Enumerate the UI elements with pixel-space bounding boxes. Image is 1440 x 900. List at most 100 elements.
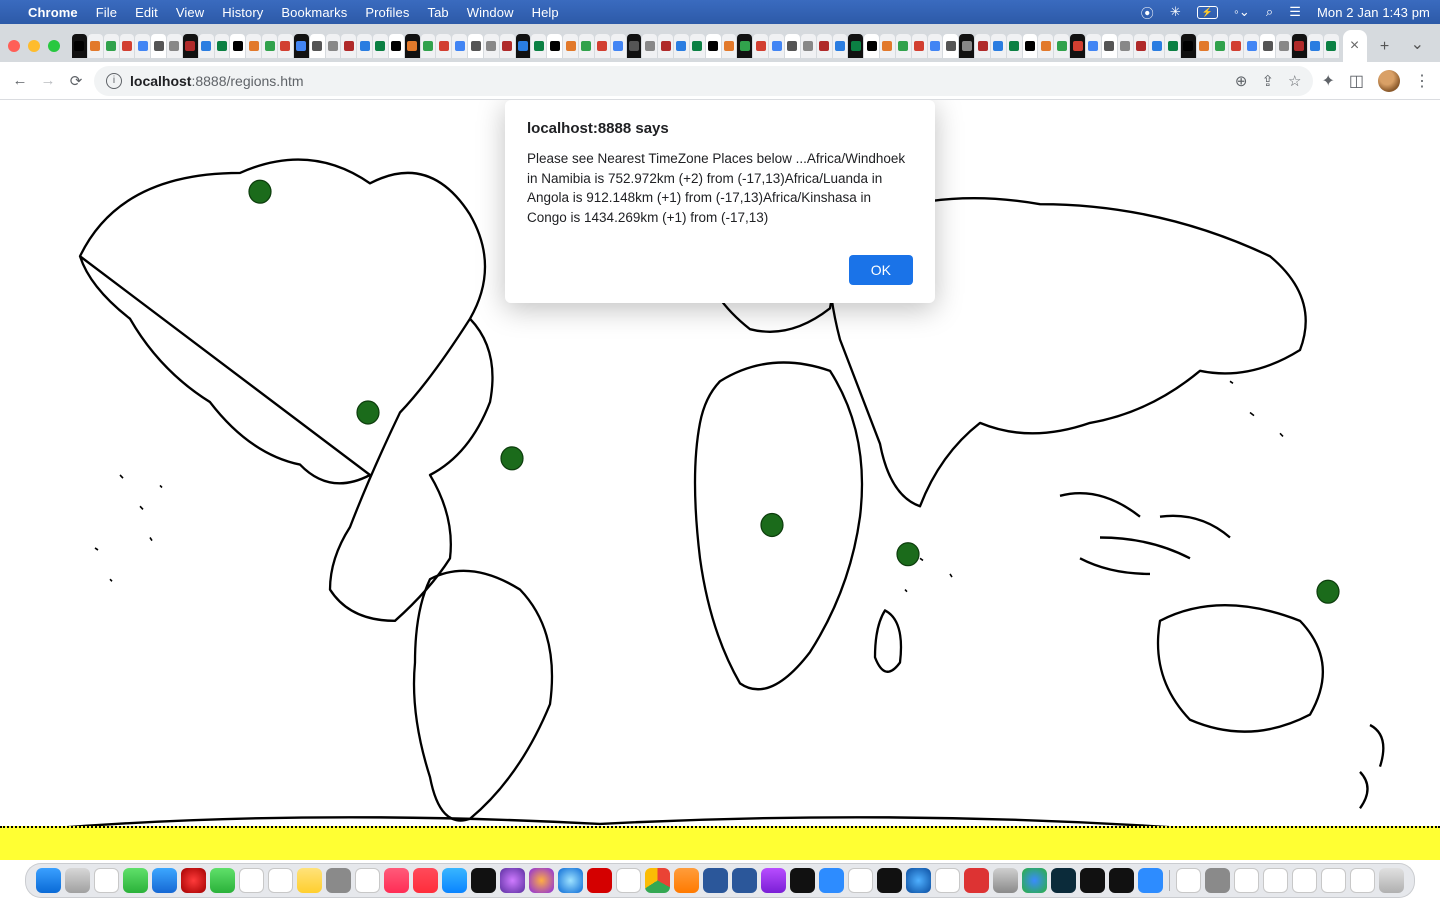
pinned-tab[interactable]	[833, 34, 848, 58]
dock-app-red-util[interactable]	[964, 868, 989, 893]
menu-profiles[interactable]: Profiles	[365, 5, 409, 20]
window-minimize-button[interactable]	[28, 40, 40, 52]
menu-window[interactable]: Window	[467, 5, 514, 20]
pinned-tab[interactable]	[658, 34, 673, 58]
pinned-tab[interactable]	[88, 34, 103, 58]
dock-app-doc1[interactable]	[1176, 868, 1201, 893]
pinned-tab[interactable]	[500, 34, 515, 58]
pinned-tab[interactable]	[104, 34, 119, 58]
dock-app-preview[interactable]	[848, 868, 873, 893]
nav-back-button[interactable]: ←	[10, 72, 30, 89]
pinned-tab[interactable]	[627, 34, 642, 58]
pinned-tab[interactable]	[801, 34, 816, 58]
dock-app-books[interactable]	[674, 868, 699, 893]
dock-app-launchpad[interactable]	[65, 868, 90, 893]
nav-reload-button[interactable]: ⟳	[66, 72, 86, 90]
pinned-tab[interactable]	[864, 34, 879, 58]
pinned-tab[interactable]	[1213, 34, 1228, 58]
dock-app-findmy[interactable]	[1022, 868, 1047, 893]
pinned-tab[interactable]	[215, 34, 230, 58]
dock-app-bold[interactable]	[616, 868, 641, 893]
control-center-icon[interactable]: ☰	[1289, 4, 1301, 20]
pinned-tab[interactable]	[199, 34, 214, 58]
pinned-tab[interactable]	[785, 34, 800, 58]
pinned-tab[interactable]	[294, 34, 309, 58]
pinned-tab[interactable]	[1134, 34, 1149, 58]
pinned-tab[interactable]	[452, 34, 467, 58]
dock-app-earth[interactable]	[906, 868, 931, 893]
active-tab[interactable]: ×	[1343, 30, 1367, 62]
screen-record-icon[interactable]: ⦿	[1141, 3, 1154, 22]
dock-app-music[interactable]	[384, 868, 409, 893]
pinned-tab[interactable]	[341, 34, 356, 58]
pinned-tab[interactable]	[1102, 34, 1117, 58]
pinned-tab[interactable]	[959, 34, 974, 58]
pinned-tab[interactable]	[1324, 34, 1339, 58]
dock-app-terminal2[interactable]	[1080, 868, 1105, 893]
dock-app-chart[interactable]	[935, 868, 960, 893]
pinned-tab[interactable]	[1276, 34, 1291, 58]
pinned-tab[interactable]	[421, 34, 436, 58]
pinned-tab[interactable]	[706, 34, 721, 58]
dock-app-notes[interactable]	[297, 868, 322, 893]
menu-tab[interactable]: Tab	[427, 5, 448, 20]
dock-app-intellij[interactable]	[1109, 868, 1134, 893]
pinned-tab[interactable]	[928, 34, 943, 58]
pinned-tab[interactable]	[357, 34, 372, 58]
dock-app-doc2[interactable]	[1205, 868, 1230, 893]
pinned-tab[interactable]	[1197, 34, 1212, 58]
pinned-tab[interactable]	[1070, 34, 1085, 58]
wifi-icon[interactable]: ◦⌄	[1234, 4, 1250, 20]
dock-app-word2[interactable]	[732, 868, 757, 893]
pinned-tab[interactable]	[246, 34, 261, 58]
pinned-tab[interactable]	[1007, 34, 1022, 58]
pinned-tab[interactable]	[817, 34, 832, 58]
dock-app-appstore[interactable]	[442, 868, 467, 893]
pinned-tab[interactable]	[1181, 34, 1196, 58]
pinned-tab[interactable]	[642, 34, 657, 58]
pinned-tab[interactable]	[310, 34, 325, 58]
dock-app-zoom[interactable]	[819, 868, 844, 893]
pinned-tab[interactable]	[72, 34, 87, 58]
pinned-tab[interactable]	[1118, 34, 1133, 58]
dock-app-chrome[interactable]	[645, 868, 670, 893]
pinned-tab[interactable]	[896, 34, 911, 58]
menu-history[interactable]: History	[222, 5, 263, 20]
dock-app-filezilla[interactable]	[587, 868, 612, 893]
pinned-tab[interactable]	[991, 34, 1006, 58]
bluetooth-icon[interactable]: ✳	[1170, 4, 1181, 20]
pinned-tab[interactable]	[135, 34, 150, 58]
spotlight-icon[interactable]: ⌕	[1266, 4, 1273, 20]
dock-app-photos[interactable]	[239, 868, 264, 893]
dock-app-firefox[interactable]	[529, 868, 554, 893]
dock-app-mail[interactable]	[152, 868, 177, 893]
tabs-dropdown-icon[interactable]: ⌄	[1403, 34, 1432, 62]
pinned-tab[interactable]	[880, 34, 895, 58]
pinned-tab[interactable]	[183, 34, 198, 58]
dock-app-finder[interactable]	[36, 868, 61, 893]
nav-forward-button[interactable]: →	[38, 72, 58, 89]
extensions-icon[interactable]: ✦	[1321, 71, 1334, 91]
share-icon[interactable]: ⇪	[1261, 72, 1274, 90]
pinned-tab[interactable]	[278, 34, 293, 58]
pinned-tab[interactable]	[326, 34, 341, 58]
chrome-menu-icon[interactable]: ⋮	[1414, 71, 1430, 91]
dock-app-facetime[interactable]	[210, 868, 235, 893]
pinned-tab[interactable]	[1038, 34, 1053, 58]
pinned-tab[interactable]	[1023, 34, 1038, 58]
pinned-tab[interactable]	[230, 34, 245, 58]
pinned-tab[interactable]	[722, 34, 737, 58]
pinned-tab[interactable]	[516, 34, 531, 58]
dock-app-dashlane[interactable]	[1051, 868, 1076, 893]
window-close-button[interactable]	[8, 40, 20, 52]
dock-app-messages[interactable]	[123, 868, 148, 893]
pinned-tab[interactable]	[595, 34, 610, 58]
dock-app-safari[interactable]	[558, 868, 583, 893]
dock-app-xcode[interactable]	[1138, 868, 1163, 893]
pinned-tab[interactable]	[389, 34, 404, 58]
pinned-tab[interactable]	[436, 34, 451, 58]
dock-app-contacts[interactable]	[326, 868, 351, 893]
dock-app-trash[interactable]	[1379, 868, 1404, 893]
pinned-tab[interactable]	[373, 34, 388, 58]
pinned-tab[interactable]	[690, 34, 705, 58]
